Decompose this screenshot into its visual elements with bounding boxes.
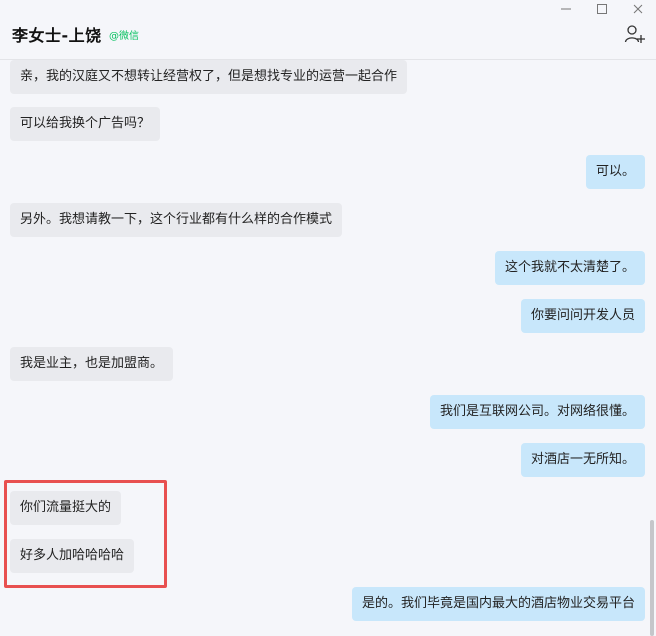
message-bubble-incoming[interactable]: 另外。我想请教一下，这个行业都有什么样的合作模式	[10, 203, 343, 237]
contact-name[interactable]: 李女士-上饶	[12, 22, 102, 46]
message-bubble-incoming[interactable]: 你们流量挺大的	[10, 491, 122, 525]
add-user-button[interactable]	[624, 24, 646, 44]
message-bubble-incoming[interactable]: 亲，我的汉庭又不想转让经营权了，但是想找专业的运营一起合作	[10, 60, 408, 94]
message-bubble-outgoing[interactable]: 是的。我们毕竟是国内最大的酒店物业交易平台	[351, 587, 645, 621]
message-bubble-outgoing[interactable]: 对酒店一无所知。	[520, 443, 645, 477]
chat-header: 李女士-上饶 @微信	[0, 0, 656, 60]
message-bubble-incoming[interactable]: 我是业主，也是加盟商。	[10, 347, 174, 381]
message-bubble-outgoing[interactable]: 我们是互联网公司。对网络很懂。	[429, 395, 645, 429]
chat-window: 李女士-上饶 @微信 亲，我的汉庭又不想转让经营权了，但是想找专业的运营一起合作…	[0, 0, 656, 636]
add-user-icon	[624, 25, 645, 43]
message-bubble-outgoing[interactable]: 你要问问开发人员	[520, 299, 645, 333]
scrollbar-thumb[interactable]	[650, 520, 654, 636]
message-bubble-incoming[interactable]: 好多人加哈哈哈哈	[10, 539, 135, 573]
message-list[interactable]: 亲，我的汉庭又不想转让经营权了，但是想找专业的运营一起合作 可以给我换个广告吗？…	[0, 60, 656, 636]
contact-tag: @微信	[109, 31, 139, 42]
message-bubble-incoming[interactable]: 可以给我换个广告吗？	[10, 107, 161, 141]
message-bubble-outgoing[interactable]: 可以。	[585, 155, 645, 189]
message-bubble-outgoing[interactable]: 这个我就不太清楚了。	[494, 251, 645, 285]
